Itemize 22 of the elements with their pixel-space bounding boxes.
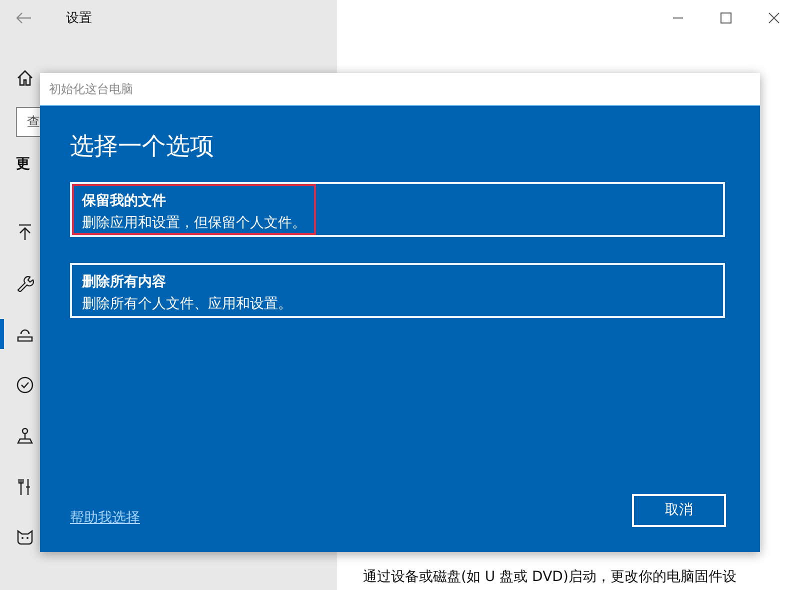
option-title: 删除所有内容 [82,273,167,291]
wrench-icon[interactable] [16,274,34,292]
check-circle-icon[interactable] [16,376,34,394]
back-icon[interactable] [16,12,32,24]
option-description: 删除应用和设置，但保留个人文件。 [82,214,306,232]
person-icon[interactable] [16,427,34,445]
body-text: 通过设备或磁盘(如 U 盘或 DVD)启动，更改你的电脑固件设 [363,568,738,586]
option-button[interactable]: 保留我的文件 删除应用和设置，但保留个人文件。 [70,182,725,237]
home-icon[interactable] [16,69,34,87]
close-icon[interactable] [768,12,780,24]
window-title: 设置 [66,10,92,27]
help-link[interactable]: 帮助我选择 [70,509,140,527]
cat-icon[interactable] [16,529,34,547]
option-button[interactable]: 删除所有内容 删除所有个人文件、应用和设置。 [70,263,725,318]
cancel-button[interactable]: 取消 [632,494,726,526]
option-description: 删除所有个人文件、应用和设置。 [82,295,292,313]
option-title: 保留我的文件 [82,192,167,210]
upload-icon[interactable] [16,223,34,241]
dialog-title: 初始化这台电脑 [49,80,133,98]
maximize-icon[interactable] [720,12,732,24]
section-title: 更 [16,155,31,173]
dialog-heading: 选择一个选项 [70,131,215,162]
